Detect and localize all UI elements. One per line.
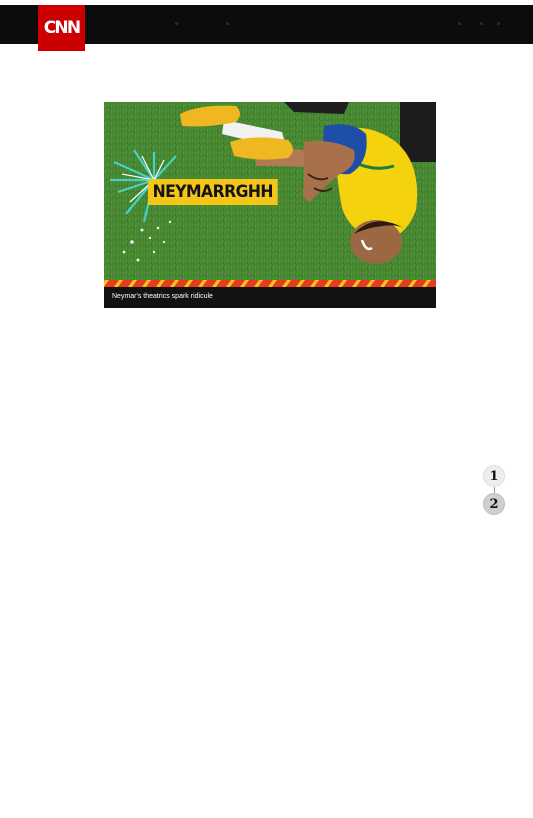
decorative-stripe xyxy=(104,280,436,287)
video-card[interactable]: NEYMARRGHH Neymar's theatrics spark ridi… xyxy=(104,102,436,308)
nav-item[interactable] xyxy=(226,22,229,25)
nav-item[interactable] xyxy=(497,22,500,25)
page-2-button[interactable]: 2 xyxy=(483,493,505,515)
cnn-logo[interactable]: CNN xyxy=(38,5,85,51)
video-caption: Neymar's theatrics spark ridicule xyxy=(112,293,213,300)
caption-bar: Neymar's theatrics spark ridicule xyxy=(104,287,436,308)
nav-item[interactable] xyxy=(458,22,461,25)
feature-title: NEYMARRGHH xyxy=(148,179,278,205)
page-indicator: 1 2 xyxy=(483,465,505,517)
page-1-button[interactable]: 1 xyxy=(483,465,505,487)
nav-item[interactable] xyxy=(480,22,483,25)
nav-item[interactable] xyxy=(175,22,178,25)
